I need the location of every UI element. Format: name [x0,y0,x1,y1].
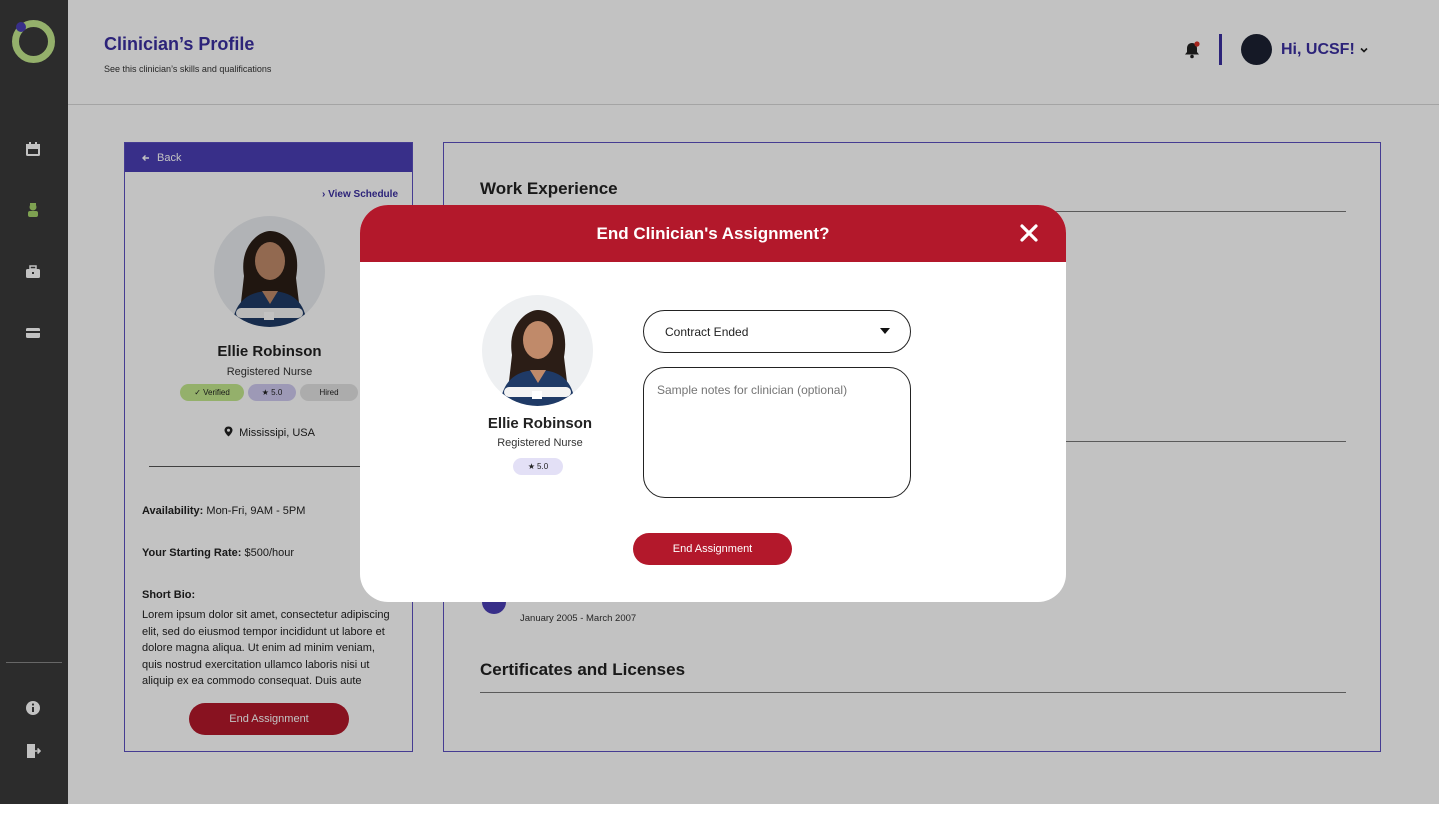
notes-field[interactable] [643,367,911,498]
modal-rating-badge: ★ 5.0 [513,458,563,475]
caret-down-icon [880,328,890,334]
modal-clinician-role: Registered Nurse [497,437,583,449]
modal-title: End Clinician's Assignment? [596,223,830,243]
star-icon: ★ [527,462,536,471]
modal-rating-value: 5.0 [537,462,549,471]
app-root: Clinician’s Profile See this clinician’s… [0,0,1439,823]
close-icon[interactable] [1018,222,1040,244]
modal-header: End Clinician's Assignment? [360,205,1066,262]
bottom-strip [0,804,1439,823]
modal-clinician-name: Ellie Robinson [487,415,593,432]
modal-clinician-photo [482,295,593,406]
end-assignment-modal: End Clinician's Assignment? Ellie Robins… [360,205,1066,602]
end-reason-value: Contract Ended [665,324,749,339]
end-reason-select[interactable]: Contract Ended [643,310,911,353]
confirm-end-assignment-button[interactable]: End Assignment [633,533,792,565]
